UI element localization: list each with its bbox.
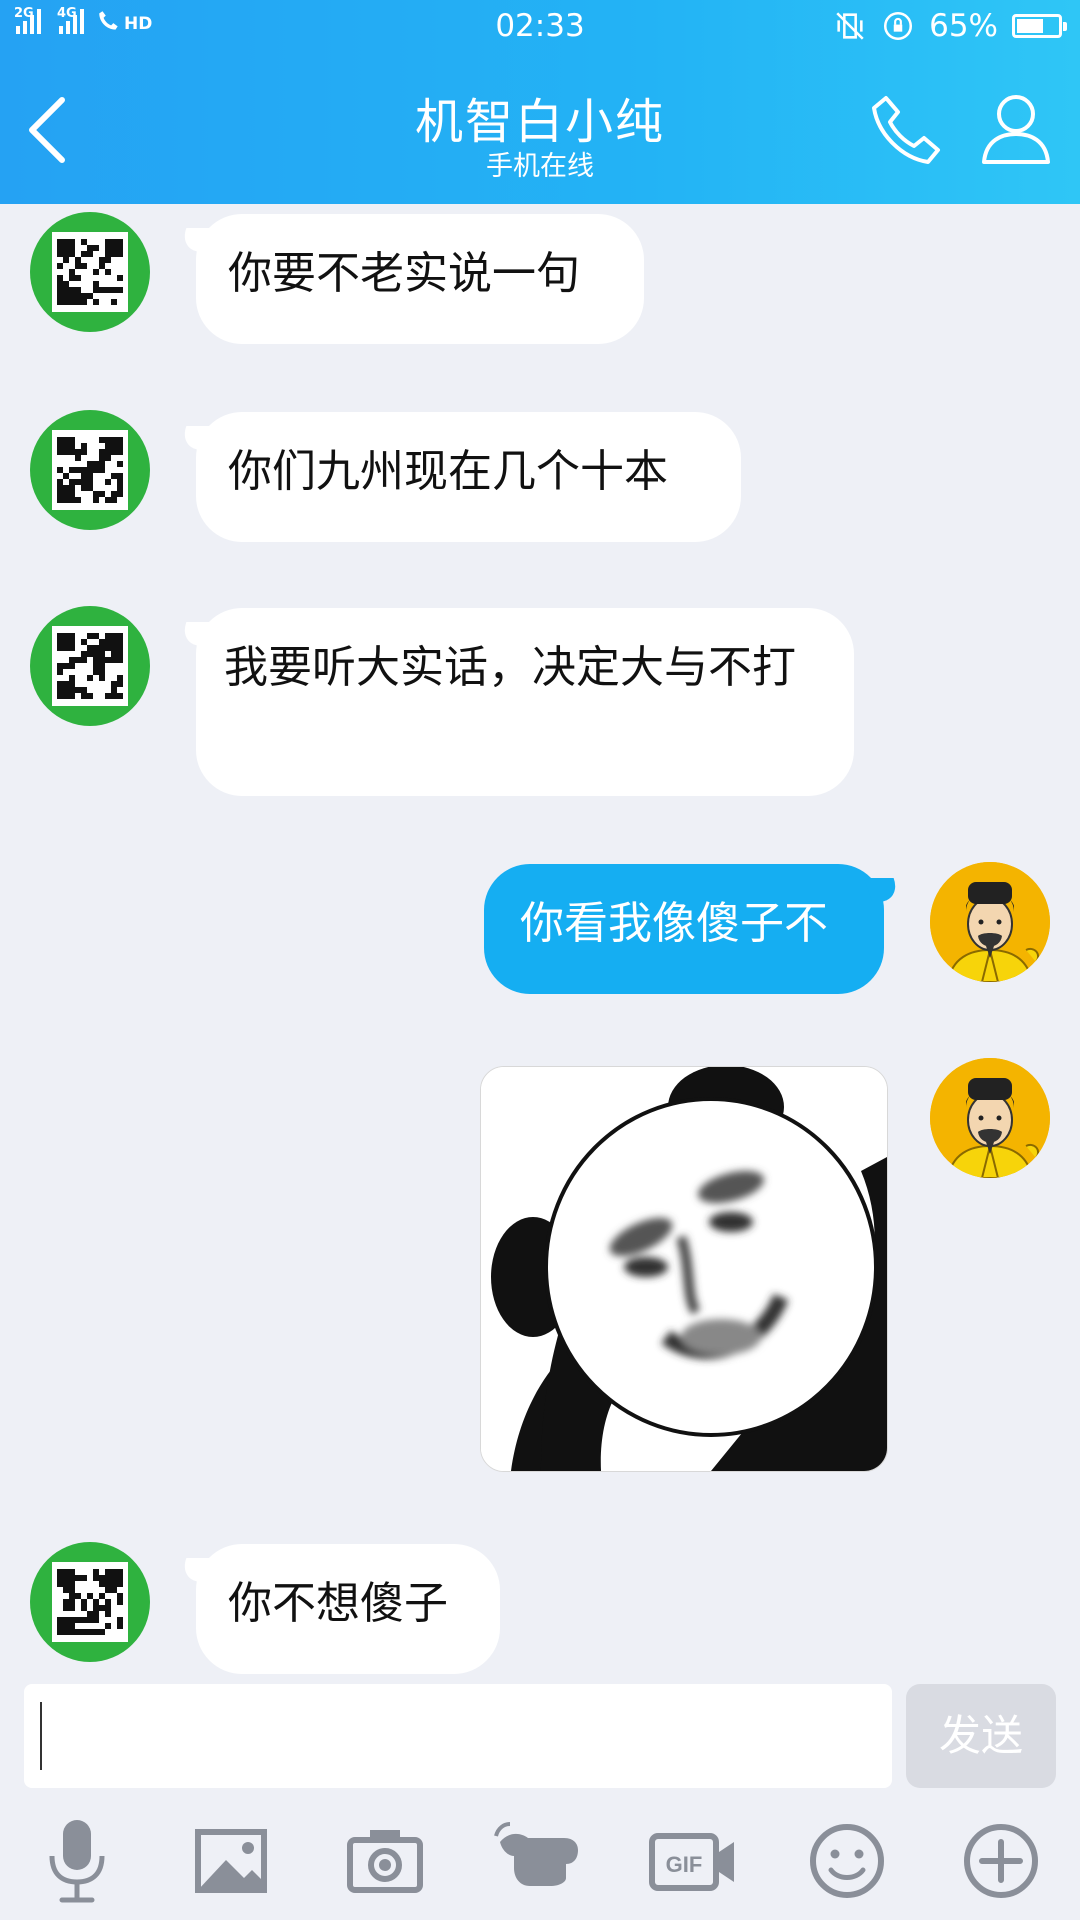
message-text: 你看我像傻子不 bbox=[520, 898, 828, 949]
emperor-cartoon-icon bbox=[930, 862, 1050, 982]
camera-icon[interactable] bbox=[340, 1816, 430, 1906]
send-button[interactable]: 发送 bbox=[906, 1684, 1056, 1788]
status-right: 65% bbox=[833, 8, 1067, 44]
incoming-message-bubble[interactable]: 你不想傻子 bbox=[196, 1544, 500, 1674]
message-text: 我要听大实话，决定大与不打 bbox=[224, 642, 796, 693]
battery-fill bbox=[1017, 19, 1043, 33]
phone-call-icon[interactable] bbox=[868, 92, 944, 168]
gif-icon[interactable]: GIF bbox=[648, 1816, 738, 1906]
qr-code-image bbox=[52, 1562, 128, 1642]
chat-header: 2G 4G HD 02:33 65% 机智白小纯 手机在线 bbox=[0, 0, 1080, 204]
message-text: 你要不老实说一句 bbox=[228, 248, 580, 299]
contact-avatar[interactable] bbox=[30, 212, 150, 332]
emoji-icon[interactable] bbox=[802, 1816, 892, 1906]
qr-code-image bbox=[52, 232, 128, 312]
incoming-message-bubble[interactable]: 我要听大实话，决定大与不打 bbox=[196, 608, 854, 796]
emperor-cartoon-icon bbox=[930, 1058, 1050, 1178]
plus-icon[interactable] bbox=[956, 1816, 1046, 1906]
contact-avatar[interactable] bbox=[30, 1542, 150, 1662]
status-bar: 2G 4G HD 02:33 65% bbox=[0, 0, 1080, 56]
panda-meme-icon bbox=[481, 1067, 887, 1471]
incoming-message-bubble[interactable]: 你们九州现在几个十本 bbox=[196, 412, 741, 542]
contact-avatar[interactable] bbox=[30, 606, 150, 726]
outgoing-message-bubble[interactable]: 你看我像傻子不 bbox=[484, 864, 884, 994]
svg-text:GIF: GIF bbox=[666, 1852, 703, 1877]
poke-icon[interactable] bbox=[494, 1816, 584, 1906]
image-icon[interactable] bbox=[186, 1816, 276, 1906]
vibrate-off-icon bbox=[836, 12, 864, 40]
contact-avatar[interactable] bbox=[30, 410, 150, 530]
message-text: 你们九州现在几个十本 bbox=[228, 446, 668, 497]
battery-percent: 65% bbox=[929, 8, 998, 44]
battery-icon bbox=[1012, 14, 1067, 38]
chat-toolbar: GIF bbox=[0, 1810, 1080, 1920]
profile-icon[interactable] bbox=[978, 90, 1054, 166]
panda-sticker-image[interactable] bbox=[480, 1066, 888, 1472]
text-cursor bbox=[40, 1702, 42, 1770]
my-avatar[interactable] bbox=[930, 862, 1050, 982]
message-input[interactable] bbox=[24, 1684, 892, 1788]
incoming-message-bubble[interactable]: 你要不老实说一句 bbox=[196, 214, 644, 344]
message-text: 你不想傻子 bbox=[228, 1578, 448, 1629]
my-avatar[interactable] bbox=[930, 1058, 1050, 1178]
microphone-icon[interactable] bbox=[32, 1816, 122, 1906]
rotation-lock-icon bbox=[884, 11, 913, 41]
qr-code-image bbox=[52, 430, 128, 510]
qr-code-image bbox=[52, 626, 128, 706]
